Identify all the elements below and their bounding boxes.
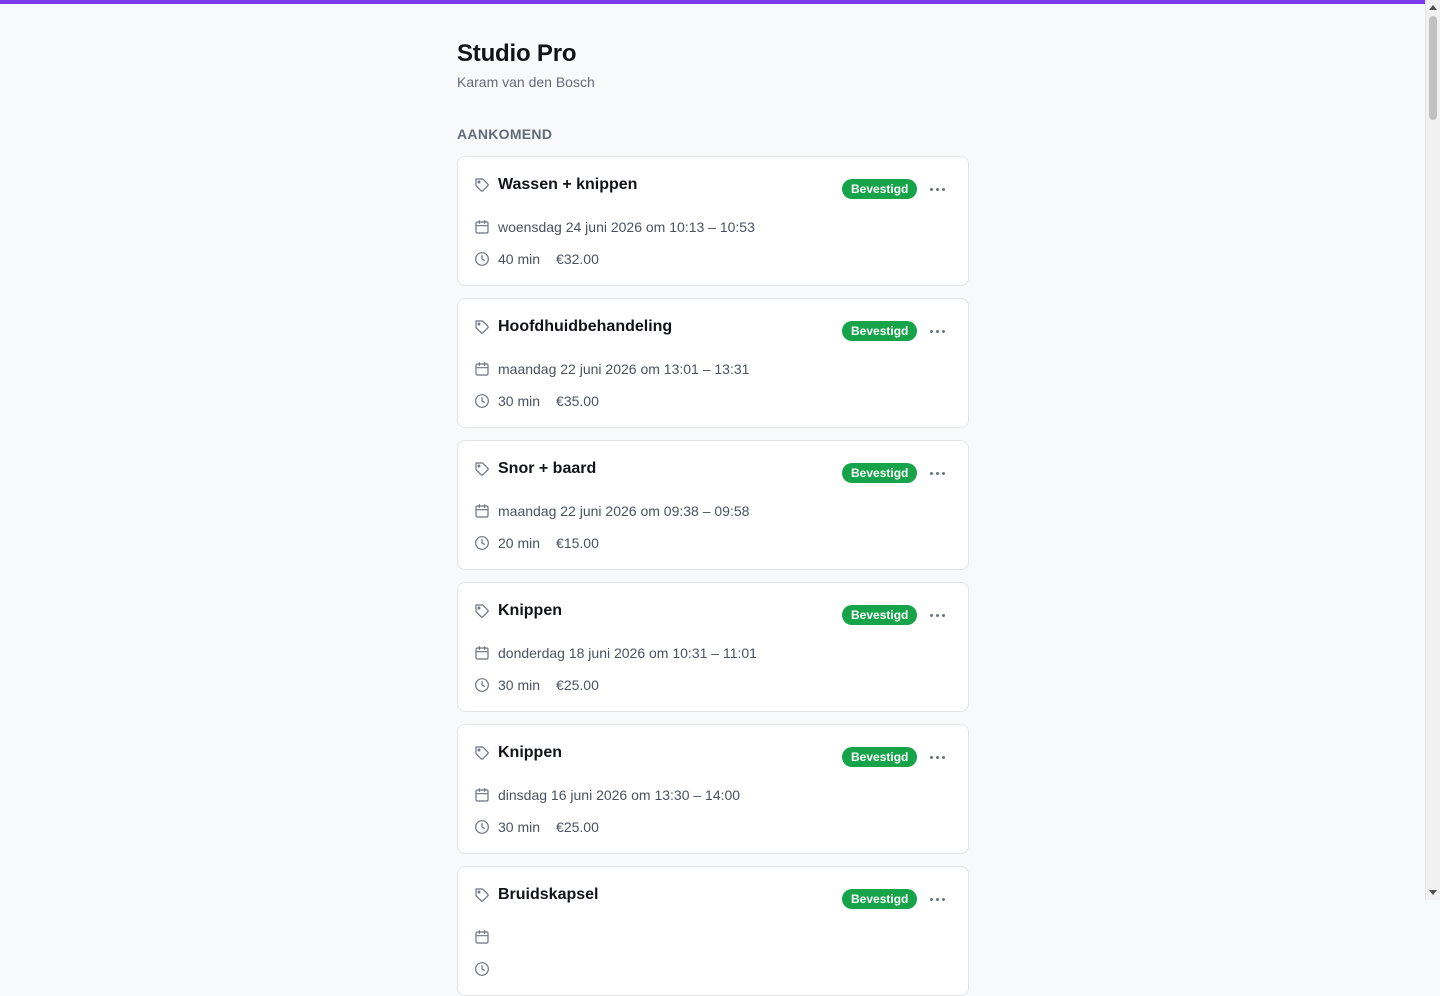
appointment-duration: 30 min: [498, 393, 541, 409]
clock-icon: [475, 820, 489, 834]
dot-icon: [929, 471, 933, 475]
dot-icon: [929, 187, 933, 191]
dot-icon: [941, 329, 945, 333]
more-options-button[interactable]: [927, 889, 947, 909]
calendar-icon: [475, 646, 489, 660]
more-options-button[interactable]: [927, 179, 947, 199]
status-badge: Bevestigd: [842, 463, 918, 483]
accent-bar: [0, 0, 1425, 4]
appointment-card[interactable]: Hoofdhuidbehandeling Bevestigd maandag 2…: [457, 298, 969, 428]
calendar-icon: [475, 788, 489, 802]
dot-icon: [929, 897, 933, 901]
appointment-datetime: maandag 22 juni 2026 om 13:01 – 13:31: [498, 361, 750, 377]
tag-icon: [475, 178, 489, 192]
appointment-duration: 30 min: [498, 819, 541, 835]
customer-name: Karam van den Bosch: [457, 74, 595, 90]
tag-icon: [475, 604, 489, 618]
calendar-icon: [475, 504, 489, 518]
calendar-icon: [475, 220, 489, 234]
dot-icon: [941, 897, 945, 901]
appointment-price: €15.00: [556, 535, 599, 551]
tag-icon: [475, 888, 489, 902]
status-badge: Bevestigd: [842, 889, 918, 909]
more-options-button[interactable]: [927, 605, 947, 625]
clock-icon: [475, 536, 489, 550]
tag-icon: [475, 320, 489, 334]
more-options-button[interactable]: [927, 463, 947, 483]
service-name: Hoofdhuidbehandeling: [498, 318, 673, 335]
page-scrollbar[interactable]: [1425, 0, 1440, 900]
clock-icon: [475, 678, 489, 692]
service-name: Bruidskapsel: [498, 886, 599, 903]
appointment-price: €32.00: [556, 251, 599, 267]
appointment-card[interactable]: Snor + baard Bevestigd maandag 22 juni 2…: [457, 440, 969, 570]
appointment-duration: 20 min: [498, 535, 541, 551]
appointment-datetime: maandag 22 juni 2026 om 09:38 – 09:58: [498, 503, 750, 519]
appointment-price: €25.00: [556, 677, 599, 693]
appointment-price: €35.00: [556, 393, 599, 409]
clock-icon: [475, 252, 489, 266]
dot-icon: [929, 755, 933, 759]
scrollbar-thumb[interactable]: [1429, 16, 1437, 120]
service-name: Snor + baard: [498, 460, 597, 477]
dot-icon: [929, 613, 933, 617]
dot-icon: [935, 187, 939, 191]
more-options-button[interactable]: [927, 747, 947, 767]
dot-icon: [941, 187, 945, 191]
appointment-card[interactable]: Knippen Bevestigd donderdag 18 juni 2026…: [457, 582, 969, 712]
dot-icon: [935, 613, 939, 617]
dot-icon: [941, 755, 945, 759]
status-badge: Bevestigd: [842, 605, 918, 625]
dot-icon: [935, 471, 939, 475]
tag-icon: [475, 462, 489, 476]
scroll-down-arrow-icon[interactable]: [1429, 890, 1437, 895]
appointment-datetime: dinsdag 16 juni 2026 om 13:30 – 14:00: [498, 787, 741, 803]
page-title: Studio Pro: [457, 40, 577, 67]
section-heading-upcoming: AANKOMEND: [457, 126, 553, 142]
dot-icon: [941, 471, 945, 475]
dot-icon: [935, 329, 939, 333]
tag-icon: [475, 746, 489, 760]
appointment-price: €25.00: [556, 819, 599, 835]
clock-icon: [475, 394, 489, 408]
calendar-icon: [475, 930, 489, 944]
scroll-up-arrow-icon[interactable]: [1429, 5, 1437, 10]
appointment-card[interactable]: Wassen + knippen Bevestigd woensdag 24 j…: [457, 156, 969, 286]
service-name: Wassen + knippen: [498, 176, 638, 193]
dot-icon: [929, 329, 933, 333]
appointment-duration: 30 min: [498, 677, 541, 693]
status-badge: Bevestigd: [842, 179, 918, 199]
status-badge: Bevestigd: [842, 747, 918, 767]
appointment-card[interactable]: Bruidskapsel Bevestigd: [457, 866, 969, 996]
calendar-icon: [475, 362, 489, 376]
dot-icon: [935, 755, 939, 759]
appointment-datetime: donderdag 18 juni 2026 om 10:31 – 11:01: [498, 645, 757, 661]
appointment-duration: 40 min: [498, 251, 541, 267]
service-name: Knippen: [498, 602, 562, 619]
dot-icon: [935, 897, 939, 901]
appointment-card[interactable]: Knippen Bevestigd dinsdag 16 juni 2026 o…: [457, 724, 969, 854]
more-options-button[interactable]: [927, 321, 947, 341]
service-name: Knippen: [498, 744, 562, 761]
clock-icon: [475, 962, 489, 976]
appointment-datetime: woensdag 24 juni 2026 om 10:13 – 10:53: [498, 219, 755, 235]
dot-icon: [941, 613, 945, 617]
status-badge: Bevestigd: [842, 321, 918, 341]
